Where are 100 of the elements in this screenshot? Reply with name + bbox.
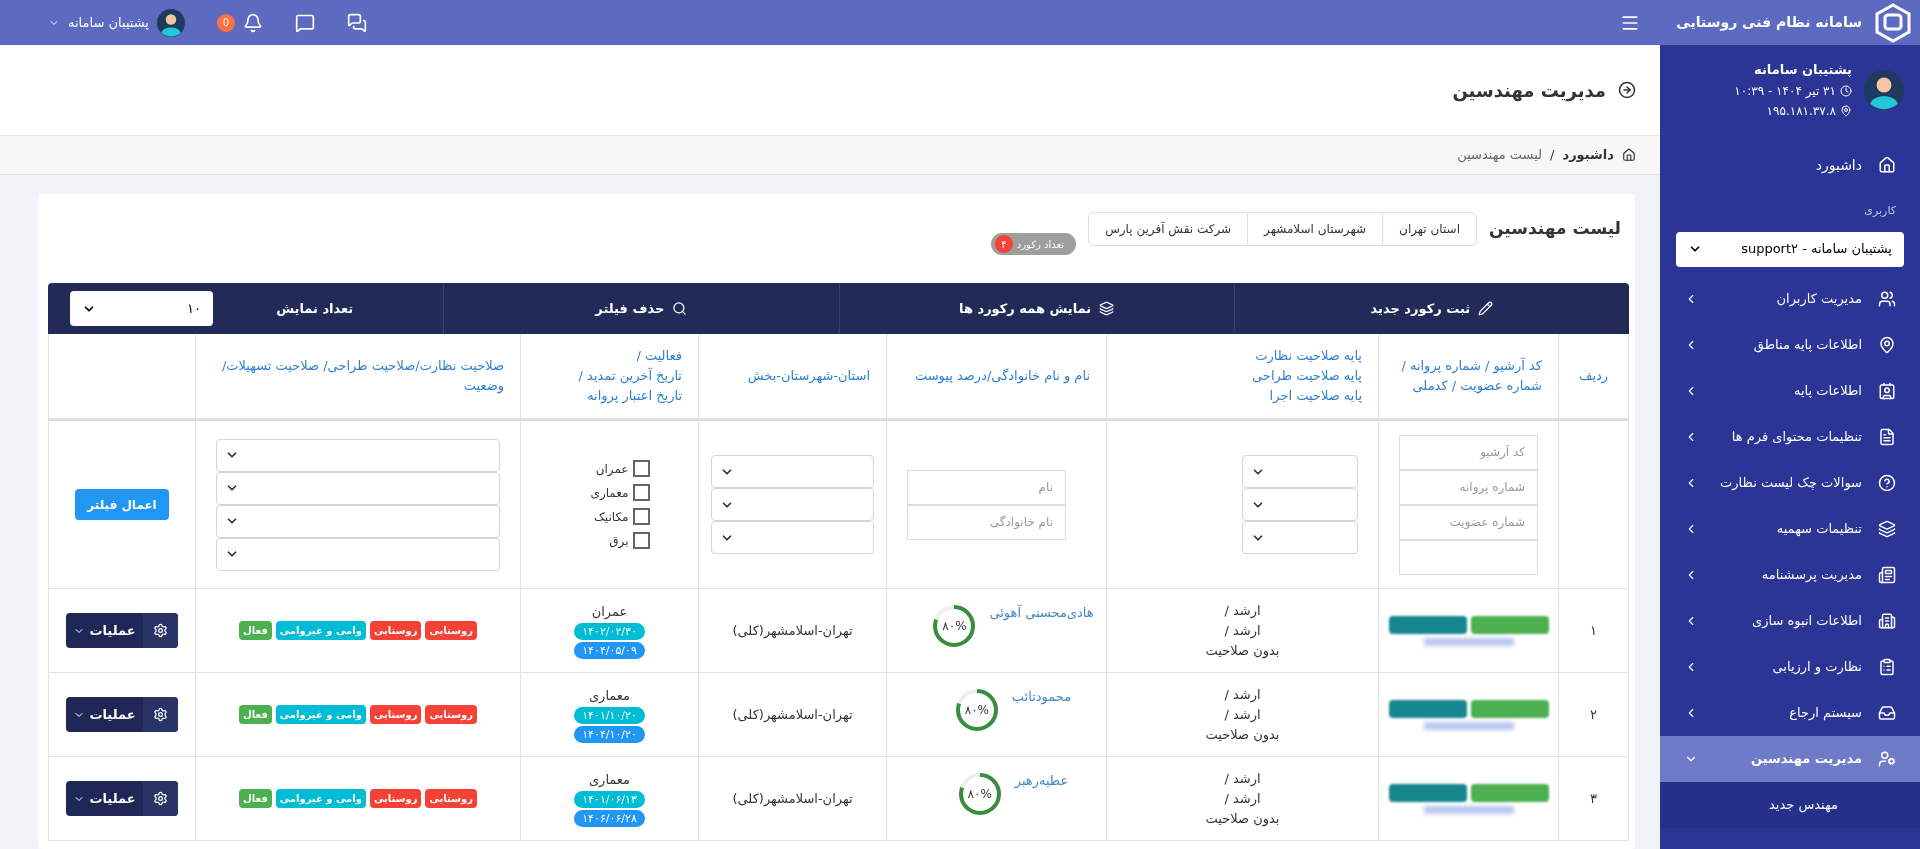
operations-button[interactable]: عملیات [66, 613, 178, 648]
bell-icon[interactable] [243, 12, 263, 33]
operations-button[interactable]: عملیات [66, 781, 178, 816]
dropdown-field[interactable] [1242, 488, 1358, 521]
sidebar-item[interactable]: مدیریت مهندسین [1660, 735, 1920, 782]
map-pin-icon [1878, 335, 1896, 354]
activity-checkbox[interactable]: برق [569, 531, 650, 550]
activity-checkbox[interactable]: مکانیک [569, 507, 650, 526]
activity-text: معماری [588, 686, 631, 705]
sidebar-item[interactable]: تنظیمات محتوای فرم ها [1660, 413, 1920, 460]
status-tag: روستایی [425, 621, 477, 640]
status-tag: روستایی [369, 705, 422, 724]
attachment-percent: ۸۰% [941, 618, 968, 635]
sidebar-subitem[interactable]: مهندس جدید [1660, 781, 1920, 828]
column-header[interactable]: فعالیت / تاریخ آخرین تمدید / تاریخ اعتبار پروانه [578, 346, 682, 406]
avatar-icon [157, 8, 185, 37]
dropdown-field[interactable] [216, 438, 500, 472]
clipboard-icon [1878, 657, 1896, 676]
date-badge: ۱۴۰۴/۰۵/۰۹ [574, 642, 645, 660]
date-badge: ۱۴۰۱/۱۰/۲۰ [574, 707, 645, 725]
sidebar-item[interactable]: تنظیمات سهمیه [1660, 505, 1920, 552]
sidebar-item[interactable]: مدیریت پرسشنامه [1660, 551, 1920, 598]
attachment-percent: ۸۰% [966, 786, 993, 803]
competency-level: بدون صلاحیت [1205, 641, 1280, 661]
remove-filter-button[interactable]: حذف فیلتر [443, 283, 839, 334]
date-badge: ۱۴۰۱/۰۶/۱۳ [574, 791, 645, 809]
dropdown-field[interactable] [1242, 521, 1358, 554]
competency-level: بدون صلاحیت [1205, 809, 1280, 829]
column-header[interactable]: صلاحیت نظارت/صلاحیت طراحی/ صلاحیت تسهیلات/ وضعیت [212, 356, 504, 396]
engineer-name-link[interactable]: محمودتائب [1011, 687, 1072, 707]
dropdown-field[interactable] [1242, 455, 1358, 488]
chat-icon[interactable] [347, 12, 367, 33]
gear-icon [153, 623, 168, 638]
user-menu[interactable]: پشتیبان سامانه [48, 8, 185, 37]
status-tag: روستایی [425, 789, 477, 808]
row-number: ۱ [1590, 621, 1597, 640]
column-header[interactable]: پایه صلاحیت نظارت پایه صلاحیت طراحی پایه صلاحیت اجرا [1252, 346, 1362, 406]
id-card-icon [1878, 381, 1896, 400]
activity-text: معماری [588, 770, 631, 789]
user-gear-icon [1878, 749, 1896, 768]
newspaper-icon [1878, 565, 1896, 584]
dropdown-field[interactable] [216, 504, 500, 538]
sidebar-item[interactable]: مدیریت کاربران [1660, 275, 1920, 322]
filter-input[interactable]: کد آرشیو [1399, 434, 1538, 470]
dropdown-field[interactable] [711, 488, 874, 521]
card-title: لیست مهندسین [1489, 217, 1621, 241]
column-header[interactable]: ردیف [1578, 366, 1609, 386]
filter-input[interactable]: نام خانوادگی [907, 504, 1066, 540]
breadcrumb-separator: / [1550, 146, 1555, 165]
status-tag: وامی و غیروامی [275, 705, 366, 724]
sidebar-item[interactable]: اطلاعات پایه مناطق [1660, 321, 1920, 368]
operations-button[interactable]: عملیات [66, 697, 178, 732]
checkbox[interactable] [632, 484, 650, 501]
help-circle-icon [1878, 473, 1896, 492]
filter-input[interactable]: شماره پروانه [1399, 469, 1538, 505]
checkbox[interactable] [632, 508, 650, 525]
sidebar-item[interactable]: داشبورد [1660, 135, 1920, 195]
dropdown-field[interactable] [216, 537, 500, 571]
notification-count: 0 [217, 13, 235, 32]
page-size-select[interactable]: ۱۰ [70, 291, 213, 326]
status-tag: روستایی [425, 705, 477, 724]
engineer-name-link[interactable]: هادی‌محسنی آهوئی [989, 603, 1094, 623]
column-header[interactable]: نام و نام خانوادگی/درصد پیوست [914, 366, 1090, 386]
status-tag: فعال [239, 789, 272, 808]
breadcrumb-item: لیست مهندسین [1457, 146, 1543, 165]
document-icon [1878, 427, 1896, 446]
activity-checkbox[interactable]: عمران [569, 459, 650, 478]
filter-input[interactable]: شماره عضویت [1399, 504, 1538, 540]
checkbox[interactable] [632, 460, 650, 477]
sidebar-item[interactable]: اطلاعات پایه [1660, 367, 1920, 414]
scope-label: شهرستان اسلامشهر [1247, 213, 1383, 245]
layers-icon [1099, 301, 1115, 316]
engineer-name-link[interactable]: عطیه‌رهبر [1014, 771, 1069, 791]
new-record-button[interactable]: ثبت رکورد جدید [1233, 283, 1629, 334]
competency-level: ارشد / [1224, 769, 1261, 789]
filter-input[interactable]: نام [907, 469, 1066, 505]
status-tag: روستایی [369, 621, 422, 640]
sidebar-item[interactable]: اطلاعات انبوه سازی [1660, 597, 1920, 644]
sidebar-item[interactable]: نظارت و ارزیابی [1660, 643, 1920, 690]
scope-label: شرکت نقش آفرین پارس [1104, 220, 1233, 239]
competency-level: ارشد / [1224, 601, 1261, 621]
checkbox[interactable] [632, 532, 650, 549]
back-icon[interactable] [1618, 81, 1636, 99]
breadcrumb-item[interactable]: داشبورد [1562, 145, 1614, 165]
dropdown-field[interactable] [711, 521, 874, 554]
comments-icon[interactable] [295, 12, 315, 33]
competency-level: ارشد / [1224, 705, 1261, 725]
dropdown-field[interactable] [216, 471, 500, 505]
filter-input[interactable] [1399, 539, 1538, 575]
role-select[interactable]: پشتیبان سامانه - support۲ [1676, 231, 1904, 267]
dropdown-field[interactable] [711, 455, 874, 488]
show-all-button[interactable]: نمایش همه رکورد ها [838, 283, 1234, 334]
sidebar-item[interactable]: سوالات چک لیست نظارت [1660, 459, 1920, 506]
activity-checkbox[interactable]: معماری [569, 483, 650, 502]
column-header[interactable]: کد آرشیو / شماره پروانه / شماره عضویت / کدملی [1395, 356, 1542, 396]
sidebar-item[interactable]: سیستم ارجاع [1660, 689, 1920, 736]
logo-icon [1874, 2, 1912, 43]
column-header[interactable]: استان-شهرستان-بخش [747, 366, 870, 386]
date-badge: ۱۴۰۶/۰۶/۲۸ [574, 810, 645, 828]
status-tag: وامی و غیروامی [275, 789, 366, 808]
